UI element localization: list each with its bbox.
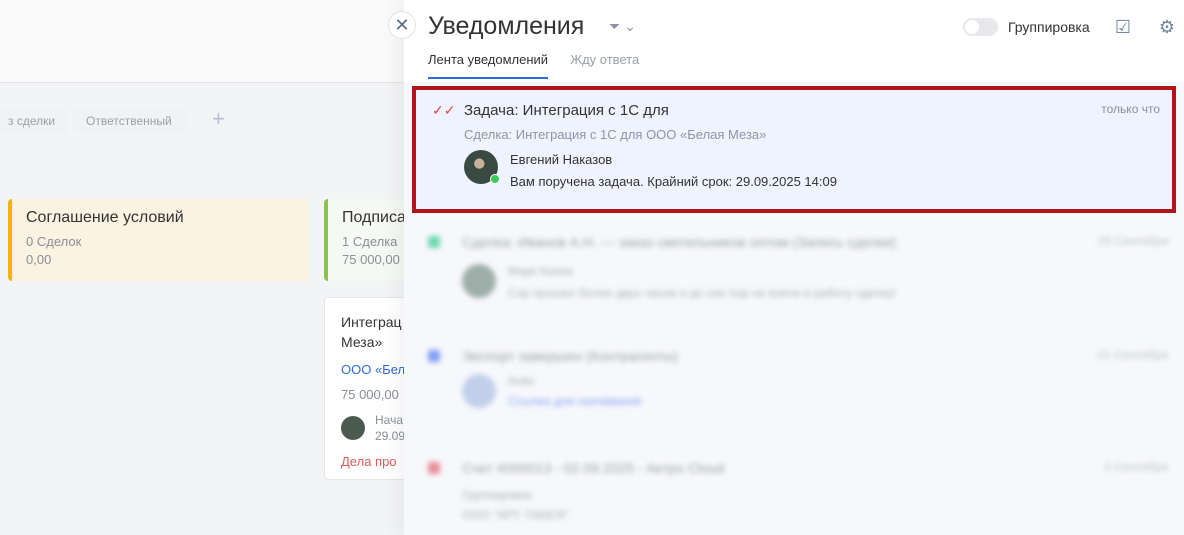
filter-dropdown[interactable]: ⏷ ⌄	[609, 18, 636, 35]
close-panel-button[interactable]: ✕	[388, 11, 416, 39]
kanban-filters: з сделки Ответственный +	[0, 96, 400, 146]
notification-item-blurred[interactable]: Счет #000013 - 02.09.2025 - Актро Cloud …	[428, 460, 1168, 535]
notification-item-blurred[interactable]: Экспорт завершен (Контрагенты) 01 Сентяб…	[428, 348, 1168, 434]
notification-title: Сделка: Иванов А.Н. — заказ светильников…	[462, 234, 897, 250]
notification-time: 2 Сентября	[1104, 460, 1168, 474]
notifications-panel: Уведомления ⏷ ⌄ Группировка ☑ ⚙ Лента ув…	[404, 0, 1184, 535]
notification-title: Экспорт завершен (Контрагенты)	[462, 348, 678, 364]
stage-sum: 0,00	[26, 252, 52, 267]
notification-text: Сэр прошел более двух часов и до сих пор…	[508, 286, 897, 300]
notification-text: Вам поручена задача. Крайний срок: 29.09…	[510, 174, 837, 189]
online-status-icon	[490, 174, 500, 184]
group-toggle[interactable]	[963, 18, 998, 36]
group-label: Группировка	[1008, 19, 1090, 35]
stage-name: Соглашение условий	[26, 209, 184, 226]
notification-subtitle[interactable]: Сделка: Интеграция с 1С для ООО «Белая М…	[464, 127, 766, 142]
filter-chip-deal[interactable]: з сделки	[0, 108, 70, 134]
notification-tabs: Лента уведомлений Жду ответа	[428, 52, 639, 79]
tab-waiting[interactable]: Жду ответа	[570, 52, 639, 79]
notification-author: Евгений Наказов	[510, 152, 613, 167]
notification-list: ✓✓ Задача: Интеграция с 1С для только чт…	[404, 82, 1184, 535]
panel-title: Уведомления	[428, 12, 585, 40]
notification-time: только что	[1101, 102, 1160, 116]
tab-feed[interactable]: Лента уведомлений	[428, 52, 549, 79]
double-check-icon: ✓✓	[432, 102, 456, 118]
deal-icon	[428, 236, 440, 248]
notification-title: Задача: Интеграция с 1С для	[464, 102, 669, 119]
invoice-icon	[428, 462, 440, 474]
notification-author: Марк Казюк	[508, 264, 574, 278]
avatar	[462, 264, 496, 298]
gear-icon[interactable]: ⚙	[1156, 16, 1178, 38]
filter-chip-responsible[interactable]: Ответственный	[72, 108, 186, 134]
chevron-down-icon: ⌄	[624, 18, 636, 34]
notification-item-blurred[interactable]: Сделка: Иванов А.Н. — заказ светильников…	[428, 234, 1168, 320]
export-icon	[428, 350, 440, 362]
add-filter-icon[interactable]: +	[212, 106, 225, 132]
download-link[interactable]: Ссылка для скачивания	[508, 394, 641, 408]
close-icon: ✕	[394, 14, 410, 35]
notification-title: Счет #000013 - 02.09.2025 - Актро Cloud	[462, 460, 725, 476]
stage-agreement: Соглашение условий 0 Сделок 0,00	[8, 199, 308, 281]
avatar	[462, 374, 496, 408]
avatar	[341, 416, 365, 440]
notification-author: Avito	[508, 374, 535, 388]
notification-text: ООО "АРТ-ТАБЕЯ"	[462, 508, 569, 522]
notification-item[interactable]: ✓✓ Задача: Интеграция с 1С для только чт…	[412, 86, 1176, 213]
filter-icon: ⏷	[609, 18, 621, 34]
notification-author: Группировка	[462, 488, 532, 502]
deal-person-text: Нача 29.09	[375, 413, 406, 443]
notification-time: 01 Сентября	[1097, 348, 1168, 362]
mark-all-read-icon[interactable]: ☑	[1112, 16, 1134, 38]
notification-time: 29 Сентября	[1097, 234, 1168, 248]
stage-count: 0 Сделок	[26, 234, 82, 249]
